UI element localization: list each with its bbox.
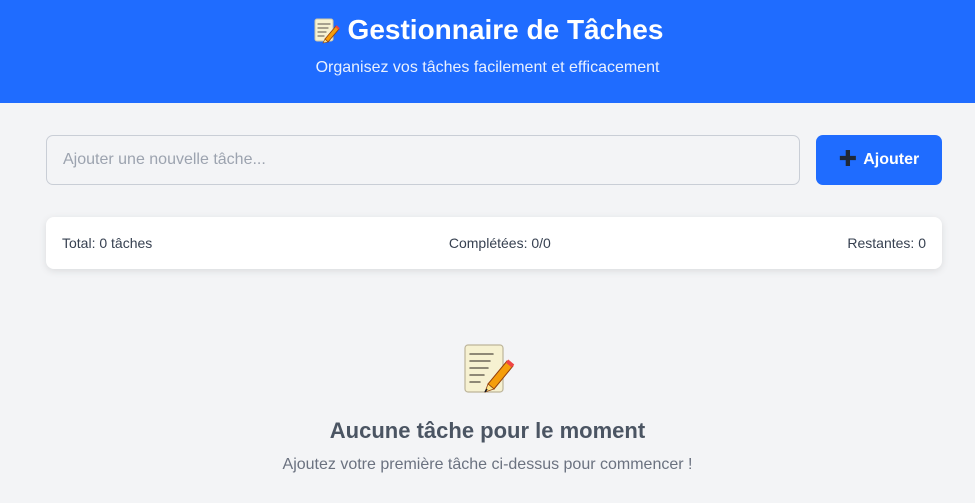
empty-state-message: Ajoutez votre première tâche ci-dessus p… xyxy=(282,456,693,473)
remaining-tasks-stat: Restantes: 0 xyxy=(847,235,926,251)
app-header: Gestionnaire de Tâches Organisez vos tâc… xyxy=(0,0,975,103)
total-tasks-stat: Total: 0 tâches xyxy=(62,235,153,251)
memo-icon xyxy=(463,344,514,393)
add-task-button[interactable]: ✚ Ajouter xyxy=(816,135,942,185)
empty-state-title: Aucune tâche pour le moment xyxy=(329,418,646,443)
app-title: Gestionnaire de Tâches xyxy=(0,12,975,48)
main-content: ✚ Ajouter Total: 0 tâches Complétées: 0/… xyxy=(0,103,975,503)
app-subtitle: Organisez vos tâches facilement et effic… xyxy=(315,59,660,76)
app-title-text: Gestionnaire de Tâches xyxy=(347,14,664,45)
completed-tasks-stat: Complétées: 0/0 xyxy=(448,235,551,251)
new-task-input[interactable] xyxy=(46,135,800,185)
memo-icon xyxy=(314,18,340,44)
task-stats-bar: Total: 0 tâches Complétées: 0/0 Restante… xyxy=(46,217,942,269)
add-task-form: ✚ Ajouter xyxy=(46,135,942,185)
empty-state: Aucune tâche pour le moment Ajoutez votr… xyxy=(0,341,975,475)
plus-icon: ✚ xyxy=(838,146,858,171)
add-task-button-label: Ajouter xyxy=(863,151,920,168)
